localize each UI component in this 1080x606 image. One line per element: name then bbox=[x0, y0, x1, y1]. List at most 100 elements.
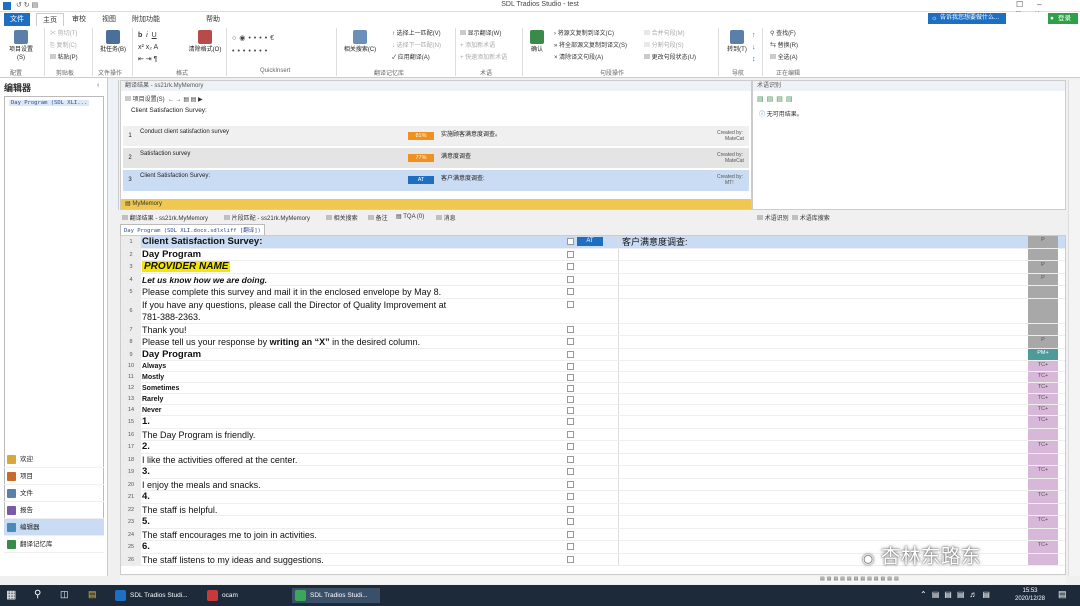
results-tab-tqa[interactable]: ▤ TQA (0) bbox=[396, 213, 424, 220]
segment-row[interactable]: 2 Day Program bbox=[121, 248, 1065, 261]
windows-start-icon[interactable]: ▦ bbox=[6, 589, 18, 601]
segment-source[interactable]: PROVIDER NAME bbox=[142, 261, 562, 274]
segment-row[interactable]: 10 Always TC+ bbox=[121, 361, 1065, 372]
segment-target[interactable] bbox=[618, 394, 1018, 404]
apply-translation-button[interactable]: ✓ 应用翻译(A) bbox=[392, 54, 430, 62]
results-tab-tm[interactable]: ▤ 翻译结果 - ss21rk.MyMemory bbox=[122, 213, 208, 222]
quick-access-icons[interactable]: ↺ ↻ ▤ bbox=[16, 1, 38, 9]
segment-row[interactable]: 11 Mostly TC+ bbox=[121, 372, 1065, 383]
clock[interactable]: 15:53 2020/12/28 bbox=[1010, 587, 1050, 603]
segment-row[interactable]: 5 Please complete this survey and mail it… bbox=[121, 286, 1065, 299]
segment-target[interactable] bbox=[618, 441, 1018, 453]
find-button[interactable]: ⚲ 查找(F) bbox=[770, 30, 796, 38]
segment-target[interactable] bbox=[618, 491, 1018, 503]
tray-icons[interactable]: ⌃▤▤▤♬▤ bbox=[920, 590, 995, 599]
segment-target[interactable] bbox=[618, 348, 1018, 360]
segment-row[interactable]: 3 PROVIDER NAME P bbox=[121, 261, 1065, 274]
nav-tm[interactable]: 翻译记忆库 bbox=[4, 536, 104, 553]
segment-source[interactable]: Never bbox=[142, 405, 562, 416]
segment-target[interactable] bbox=[618, 372, 1018, 382]
copy-all-source-button[interactable]: » 将全部源文复制到译文(S) bbox=[554, 42, 627, 50]
split-button[interactable]: ▤ 分割句段(S) bbox=[644, 42, 684, 50]
nav-arrows[interactable]: ↑ ↓ ↕ bbox=[752, 30, 756, 66]
segment-target[interactable] bbox=[618, 478, 1018, 490]
segment-source[interactable]: Day Program bbox=[142, 349, 562, 362]
segment-source[interactable]: Thank you! bbox=[142, 324, 562, 337]
nav-welcome[interactable]: 欢迎 bbox=[4, 451, 104, 468]
segment-source[interactable]: The staff encourages me to join in activ… bbox=[142, 529, 562, 542]
right-side-strip[interactable] bbox=[1068, 80, 1080, 576]
tab-file[interactable]: 文件 bbox=[4, 13, 30, 26]
term-toolbar[interactable]: ▤▤▤▤ bbox=[757, 95, 795, 103]
cut-button[interactable]: ✂ 剪切(T) bbox=[50, 30, 77, 38]
results-tab-fragment[interactable]: ▤ 片段匹配 - ss21rk.MyMemory bbox=[224, 213, 310, 222]
copy-source-button[interactable]: › 将源文复制到译文(C) bbox=[554, 30, 614, 38]
segment-source[interactable]: Please complete this survey and mail it … bbox=[142, 286, 562, 299]
quick-add-term-button[interactable]: + 快速添加新术语 bbox=[460, 54, 507, 62]
tm-row-selected[interactable]: 3 Client Satisfaction Survey: AT 客户满意度调查… bbox=[123, 170, 749, 192]
nav-editor[interactable]: 编辑器 bbox=[4, 519, 104, 536]
paste-button[interactable]: ▤ 粘贴(P) bbox=[50, 54, 78, 62]
tm-row[interactable]: 1 Conduct client satisfaction survey 81%… bbox=[123, 126, 749, 147]
merge-button[interactable]: ▤ 合并句段(M) bbox=[644, 30, 685, 38]
segment-source[interactable]: The staff listens to my ideas and sugges… bbox=[142, 554, 562, 567]
segment-source[interactable]: 2. bbox=[142, 441, 562, 454]
results-tab-related[interactable]: ▤ 相关搜索 bbox=[326, 213, 358, 222]
segment-target[interactable] bbox=[618, 323, 1018, 335]
segment-source[interactable]: Client Satisfaction Survey: bbox=[142, 236, 562, 249]
segment-row[interactable]: 22 The staff is helpful. bbox=[121, 503, 1065, 516]
segment-row[interactable]: 14 Never TC+ bbox=[121, 405, 1065, 416]
tab-review[interactable]: 审校 bbox=[66, 13, 92, 26]
segment-row[interactable]: 9 Day Program PM+ bbox=[121, 348, 1065, 362]
segment-source[interactable]: Sometimes bbox=[142, 383, 562, 394]
segment-row[interactable]: 1 Client Satisfaction Survey: AT 客户满意度调查: P bbox=[121, 236, 1065, 249]
segment-row[interactable]: 20 I enjoy the meals and snacks. bbox=[121, 478, 1065, 492]
tab-home[interactable]: 主页 bbox=[36, 13, 64, 26]
clear-format-button[interactable]: 清除格式(O) bbox=[188, 30, 222, 54]
segment-source[interactable]: Please tell us your response by writing … bbox=[142, 336, 562, 349]
segment-source[interactable]: Rarely bbox=[142, 394, 562, 405]
file-node[interactable]: Day Program (SDL XLI... bbox=[9, 100, 90, 106]
confirm-button[interactable]: 确认 bbox=[524, 30, 550, 54]
segment-target[interactable] bbox=[618, 273, 1018, 285]
segment-row[interactable]: 13 Rarely TC+ bbox=[121, 394, 1065, 405]
tab-help[interactable]: 帮助 bbox=[200, 13, 226, 26]
segment-row[interactable]: 12 Sometimes TC+ bbox=[121, 383, 1065, 394]
segment-row[interactable]: 19 3. TC+ bbox=[121, 466, 1065, 479]
select-all-button[interactable]: ▤ 全选(A) bbox=[770, 54, 798, 62]
segment-source[interactable]: I enjoy the meals and snacks. bbox=[142, 479, 562, 492]
segment-row[interactable]: 17 2. TC+ bbox=[121, 441, 1065, 454]
segment-target[interactable]: 客户满意度调查: bbox=[618, 236, 1018, 248]
segment-source[interactable]: Let us know how we are doing. bbox=[142, 274, 562, 287]
add-term-button[interactable]: + 添加新术语 bbox=[460, 42, 495, 50]
task-tradios-2[interactable]: SDL Tradios Studi... bbox=[292, 588, 380, 603]
segment-row[interactable]: 16 The Day Program is friendly. bbox=[121, 428, 1065, 442]
segment-target[interactable] bbox=[618, 261, 1018, 273]
nav-reports[interactable]: 报告 bbox=[4, 502, 104, 519]
segment-source[interactable]: Always bbox=[142, 361, 562, 372]
project-settings-button[interactable]: 项目设置(S) bbox=[6, 30, 36, 62]
quickinsert-symbols[interactable]: ○◉••••€ ••••••• bbox=[232, 32, 277, 58]
segment-source[interactable]: The Day Program is friendly. bbox=[142, 429, 562, 442]
segment-row[interactable]: 7 Thank you! bbox=[121, 323, 1065, 337]
segment-row[interactable]: 15 1. TC+ bbox=[121, 416, 1065, 429]
segment-row[interactable]: 8 Please tell us your response by writing… bbox=[121, 336, 1065, 349]
segment-row[interactable]: 18 I like the activities offered at the c… bbox=[121, 453, 1065, 466]
segment-target[interactable] bbox=[618, 516, 1018, 528]
segment-row[interactable]: 21 4. TC+ bbox=[121, 491, 1065, 504]
copy-button[interactable]: ⎘ 复制(C) bbox=[50, 42, 77, 50]
tm-row[interactable]: 2 Satisfaction survey 77% 满意度调查 Created … bbox=[123, 148, 749, 169]
select-prev-match-button[interactable]: ↑ 选择上一匹配(V) bbox=[392, 30, 441, 38]
segment-source[interactable]: 5. bbox=[142, 516, 562, 529]
segment-row[interactable]: 6 If you have any questions, please call … bbox=[121, 298, 1065, 324]
tab-addins[interactable]: 附加功能 bbox=[126, 13, 166, 26]
clear-target-button[interactable]: × 清除译文句段(A) bbox=[554, 54, 603, 62]
format-buttons[interactable]: b i Ux² x₂ A ⇤ ⇥ ¶ bbox=[138, 30, 158, 66]
nav-files[interactable]: 文件 bbox=[4, 485, 104, 502]
segment-source[interactable]: 6. bbox=[142, 541, 562, 554]
task-tradios-1[interactable]: SDL Tradios Studi... bbox=[112, 588, 198, 603]
segment-target[interactable] bbox=[618, 336, 1018, 348]
segment-target[interactable] bbox=[618, 405, 1018, 415]
segment-target[interactable] bbox=[618, 383, 1018, 393]
login-button[interactable]: ● 登录 bbox=[1048, 13, 1078, 24]
